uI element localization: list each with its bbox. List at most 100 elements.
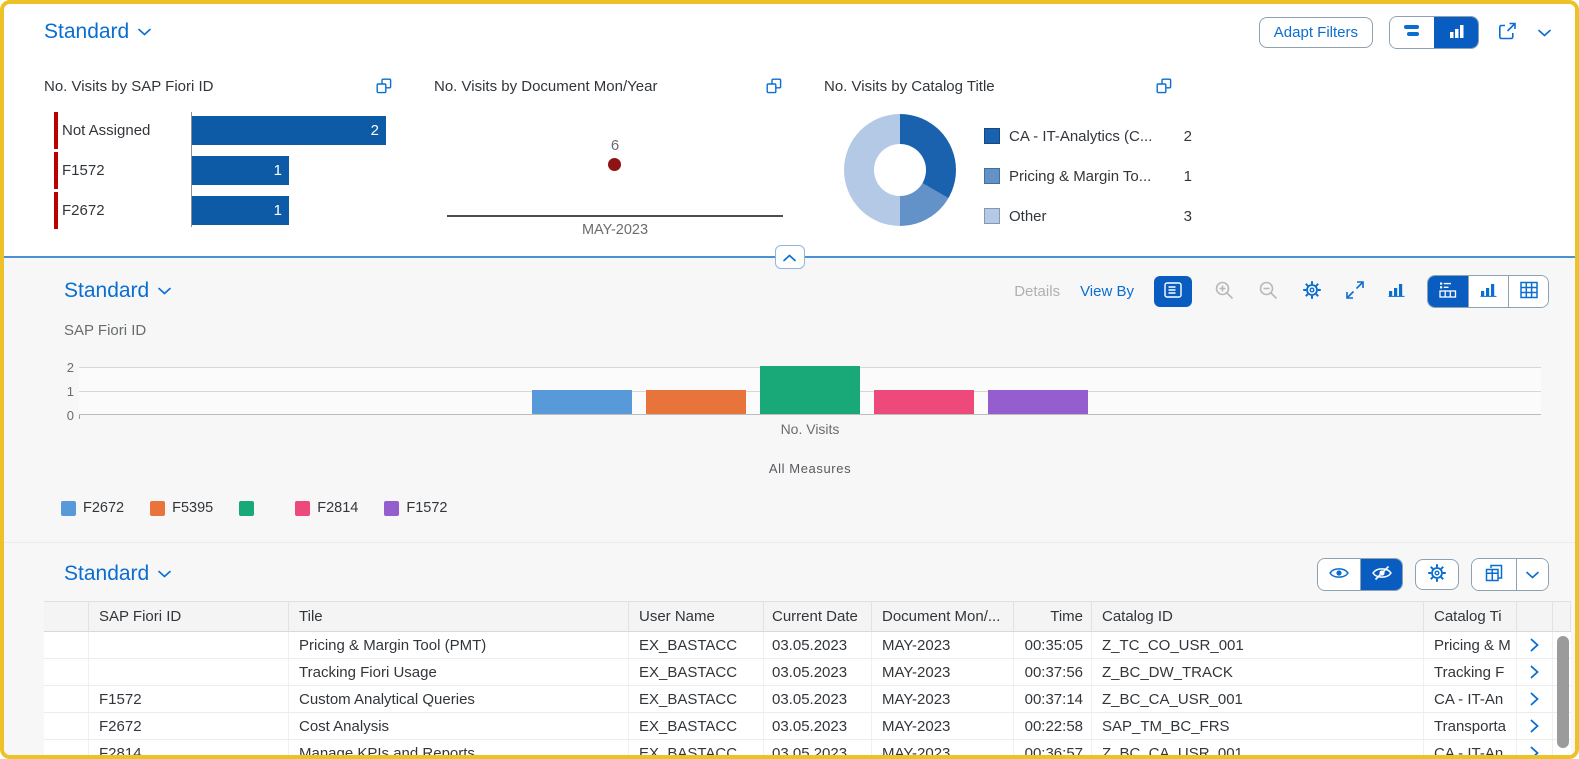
filter-fields-view-button[interactable] — [1390, 17, 1434, 48]
viz-legend-item[interactable]: F2814 — [295, 500, 358, 516]
card-title: No. Visits by SAP Fiori ID — [44, 78, 214, 95]
table-settings-button[interactable] — [1415, 559, 1459, 590]
viz-legend-item[interactable] — [239, 501, 269, 516]
card-visits-by-catalog-title: No. Visits by Catalog Title CA - IT-Anal… — [824, 60, 1214, 256]
cell-user: EX_BASTACC — [629, 686, 764, 712]
chart-view-button[interactable] — [1434, 17, 1478, 48]
variant-label: Standard — [44, 20, 129, 44]
cell-catalog-id: SAP_TM_BC_FRS — [1092, 713, 1424, 739]
header-expand-menu-button[interactable] — [1536, 23, 1553, 42]
scroll-column-header — [1553, 602, 1571, 631]
table-only-view-button[interactable] — [1508, 276, 1548, 307]
scatter-point[interactable] — [608, 158, 621, 171]
row-nav-button[interactable] — [1517, 740, 1553, 759]
show-details-button[interactable] — [1318, 559, 1360, 590]
variant-selector-table[interactable]: Standard — [64, 562, 171, 586]
bar-row[interactable]: Not Assigned 2 — [44, 112, 394, 149]
value-stripe — [54, 192, 58, 229]
cell-fiori-id: F2814 — [89, 740, 289, 759]
export-menu-button[interactable] — [1516, 559, 1548, 590]
table-row[interactable]: F1572 Custom Analytical Queries EX_BASTA… — [44, 686, 1571, 713]
collapse-header-button[interactable] — [775, 245, 805, 269]
open-in-window-icon[interactable] — [1154, 76, 1174, 96]
zoom-in-button[interactable] — [1212, 278, 1236, 305]
details-button[interactable]: Details — [1014, 283, 1060, 300]
row-selector[interactable] — [44, 632, 89, 658]
row-selector[interactable] — [44, 659, 89, 685]
column-header[interactable]: Tile — [289, 602, 629, 631]
viz-bar-F2672[interactable] — [532, 390, 632, 414]
bar-row[interactable]: F1572 1 — [44, 152, 394, 189]
gear-icon — [1302, 280, 1322, 303]
column-header[interactable]: SAP Fiori ID — [89, 602, 289, 631]
adapt-filters-button[interactable]: Adapt Filters — [1259, 17, 1373, 48]
column-header[interactable]: Current Date — [764, 602, 872, 631]
dimension-label: SAP Fiori ID — [4, 322, 1575, 342]
cell-catalog-title: Tracking F — [1424, 659, 1517, 685]
table-row[interactable]: Pricing & Margin Tool (PMT) EX_BASTACC 0… — [44, 632, 1571, 659]
viz-legend-item[interactable]: F5395 — [150, 500, 213, 516]
row-nav-button[interactable] — [1517, 659, 1553, 685]
export-spreadsheet-button[interactable] — [1472, 559, 1516, 590]
cell-date: 03.05.2023 — [764, 686, 872, 712]
variant-selector-chart[interactable]: Standard — [64, 279, 171, 303]
select-column-header[interactable] — [44, 602, 89, 631]
section-divider — [4, 256, 1575, 258]
table-scrollbar[interactable] — [1557, 636, 1569, 748]
legend-swatch — [384, 501, 399, 516]
row-nav-button[interactable] — [1517, 713, 1553, 739]
column-header[interactable]: Time — [1014, 602, 1092, 631]
filter-bar-actions: Adapt Filters — [1259, 16, 1553, 49]
chart-settings-button[interactable] — [1300, 278, 1324, 305]
chart-type-button[interactable] — [1386, 280, 1407, 302]
fullscreen-button[interactable] — [1344, 279, 1366, 304]
filter-view-switch — [1389, 16, 1479, 49]
view-by-button[interactable]: View By — [1080, 283, 1134, 300]
donut-chart[interactable] — [844, 114, 956, 226]
card-visits-by-fiori-id: No. Visits by SAP Fiori ID Not Assigned … — [44, 60, 434, 256]
chevron-down-icon — [1526, 567, 1539, 582]
legend-item[interactable]: CA - IT-Analytics (C... 2 — [984, 116, 1192, 156]
bar-label: F2672 — [62, 202, 191, 219]
share-button[interactable] — [1495, 19, 1520, 46]
variant-selector-top[interactable]: Standard — [44, 20, 151, 44]
cell-fiori-id — [89, 659, 289, 685]
bar: 1 — [191, 196, 289, 225]
row-selector[interactable] — [44, 686, 89, 712]
column-header[interactable]: User Name — [629, 602, 764, 631]
share-icon — [1497, 21, 1518, 44]
variant-label: Standard — [64, 279, 149, 303]
bar-row[interactable]: F2672 1 — [44, 192, 394, 229]
row-nav-button[interactable] — [1517, 686, 1553, 712]
viz-bar-F5395[interactable] — [646, 390, 746, 414]
viz-bar-blank[interactable] — [760, 366, 860, 414]
row-selector[interactable] — [44, 740, 89, 759]
cell-doc-monyear: MAY-2023 — [872, 740, 1014, 759]
value-stripe — [54, 152, 58, 189]
legend-item[interactable]: Other 3 — [984, 196, 1192, 236]
column-header[interactable]: Document Mon/... — [872, 602, 1014, 631]
row-selector[interactable] — [44, 713, 89, 739]
row-nav-button[interactable] — [1517, 632, 1553, 658]
app-window: Standard Adapt Filters — [0, 0, 1579, 759]
chart-only-view-button[interactable] — [1468, 276, 1508, 307]
table-row[interactable]: F2814 Manage KPIs and Reports EX_BASTACC… — [44, 740, 1571, 759]
table-row[interactable]: F2672 Cost Analysis EX_BASTACC 03.05.202… — [44, 713, 1571, 740]
legend-item[interactable]: Pricing & Margin To... 1 — [984, 156, 1192, 196]
chart-table-view-button[interactable] — [1428, 276, 1468, 307]
table-row[interactable]: Tracking Fiori Usage EX_BASTACC 03.05.20… — [44, 659, 1571, 686]
open-in-window-icon[interactable] — [764, 76, 784, 96]
viz-bar-F2814[interactable] — [874, 390, 974, 414]
viz-legend-item[interactable]: F1572 — [384, 500, 447, 516]
viz-bar-F1572[interactable] — [988, 390, 1088, 414]
toggle-legend-button[interactable] — [1154, 276, 1192, 307]
viz-legend-item[interactable]: F2672 — [61, 500, 124, 516]
column-header[interactable]: Catalog Ti — [1424, 602, 1517, 631]
zoom-out-button[interactable] — [1256, 278, 1280, 305]
cell-user: EX_BASTACC — [629, 740, 764, 759]
cell-tile: Manage KPIs and Reports — [289, 740, 629, 759]
column-header[interactable]: Catalog ID — [1092, 602, 1424, 631]
cell-time: 00:37:14 — [1014, 686, 1092, 712]
hide-details-button[interactable] — [1360, 559, 1402, 590]
open-in-window-icon[interactable] — [374, 76, 394, 96]
